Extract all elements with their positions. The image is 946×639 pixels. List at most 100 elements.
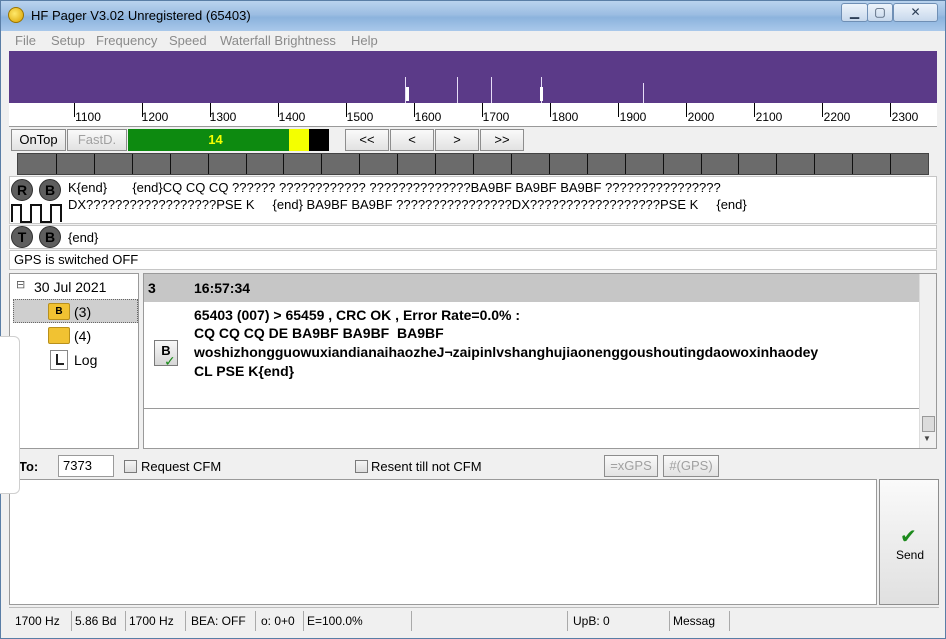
segment-divider <box>587 154 588 174</box>
status-bea: BEA: OFF <box>191 614 246 628</box>
segment-divider <box>283 154 284 174</box>
message-scrollbar[interactable]: ▼ <box>919 274 936 448</box>
status-separator <box>669 611 670 631</box>
segment-divider <box>549 154 550 174</box>
scale-label: 2300 <box>891 110 919 124</box>
rx-text-line: K{end} {end}CQ CQ CQ ?????? ????????????… <box>68 180 721 195</box>
scroll-thumb[interactable] <box>922 416 935 432</box>
maximize-button[interactable]: ▢ <box>867 3 893 22</box>
folder-icon: B <box>48 303 70 320</box>
tx-text: {end} <box>68 230 99 245</box>
menu-speed[interactable]: Speed <box>169 33 207 48</box>
nav-next-button[interactable]: > <box>435 129 479 151</box>
main-window: HF Pager V3.02 Unregistered (65403) ▁ ▢ … <box>0 0 946 639</box>
status-separator <box>255 611 256 631</box>
close-button[interactable]: ✕ <box>893 3 938 22</box>
segment-divider <box>132 154 133 174</box>
scale-label: 2100 <box>755 110 783 124</box>
segment-divider <box>701 154 702 174</box>
scale-label: 1200 <box>141 110 169 124</box>
message-body[interactable]: B ✓ 65403 (007) > 65459 , CRC OK , Error… <box>144 302 920 408</box>
scroll-down-icon[interactable]: ▼ <box>923 434 931 443</box>
send-button[interactable]: ✔ Send <box>879 479 939 605</box>
status-separator <box>185 611 186 631</box>
scale-label: 1500 <box>346 110 374 124</box>
segment-divider <box>359 154 360 174</box>
rx-b-indicator[interactable]: B <box>39 179 61 201</box>
status-upb: UpB: 0 <box>573 614 610 628</box>
tree-item-4[interactable]: (4) <box>74 328 91 344</box>
request-cfm-checkbox[interactable] <box>124 460 137 473</box>
send-check-icon: ✔ <box>900 526 917 548</box>
nav-first-button[interactable]: << <box>345 129 389 151</box>
message-status-icon: B ✓ <box>154 340 178 369</box>
status-bar: 1700 Hz 5.86 Bd 1700 Hz BEA: OFF o: 0+0 … <box>9 607 939 633</box>
scale-label: 1900 <box>619 110 647 124</box>
segment-divider <box>170 154 171 174</box>
message-line: CL PSE K{end} <box>194 363 295 379</box>
menu-setup[interactable]: Setup <box>51 33 85 48</box>
message-line: CQ CQ CQ DE BA9BF BA9BF BA9BF <box>194 325 444 341</box>
fastd-button[interactable]: FastD. <box>67 129 127 151</box>
tree-expand-icon[interactable]: ⊟ <box>16 278 25 291</box>
waterfall-display[interactable] <box>9 51 937 103</box>
side-overlay-panel <box>0 336 20 494</box>
controls-row: OnTop FastD. 14 << < > >> <box>9 129 937 151</box>
gps-status: GPS is switched OFF <box>9 250 937 270</box>
status-separator <box>125 611 126 631</box>
minimize-button[interactable]: ▁ <box>841 3 868 22</box>
status-freq2: 1700 Hz <box>129 614 174 628</box>
segment-divider <box>776 154 777 174</box>
segment-divider <box>94 154 95 174</box>
title-bar[interactable]: HF Pager V3.02 Unregistered (65403) ▁ ▢ … <box>1 1 945 31</box>
menu-help[interactable]: Help <box>351 33 378 48</box>
to-input[interactable]: 7373 <box>58 455 114 477</box>
hgps-button[interactable]: #(GPS) <box>663 455 719 477</box>
menu-frequency[interactable]: Frequency <box>96 33 157 48</box>
compose-textarea[interactable] <box>9 479 877 605</box>
resent-label: Resent till not CFM <box>371 459 482 474</box>
frequency-scale[interactable]: 1100 1200 1300 1400 1500 1600 1700 1800 … <box>9 103 937 127</box>
resent-checkbox[interactable] <box>355 460 368 473</box>
transmit-text-panel: T B {end} <box>9 225 937 249</box>
waterfall-signal <box>491 77 492 103</box>
minimize-icon: ▁ <box>849 5 860 19</box>
tree-item-3[interactable]: (3) <box>74 304 91 320</box>
tree-item-log[interactable]: Log <box>74 352 97 368</box>
message-line: 65403 (007) > 65459 , CRC OK , Error Rat… <box>194 307 521 323</box>
message-panel: 3 16:57:34 B ✓ 65403 (007) > 65459 , CRC… <box>143 273 937 449</box>
message-line: woshizhongguowuxiandianaihaozheJ¬zaipinl… <box>194 344 819 360</box>
message-time: 16:57:34 <box>194 280 251 296</box>
tx-t-indicator[interactable]: T <box>11 226 33 248</box>
message-tree[interactable]: ⊟ 30 Jul 2021 B (3) (4) Log <box>9 273 139 449</box>
request-cfm-label: Request CFM <box>141 459 222 474</box>
rx-r-indicator[interactable]: R <box>11 179 33 201</box>
log-document-icon <box>50 350 68 370</box>
scale-label: 1400 <box>278 110 306 124</box>
scale-label: 1800 <box>551 110 579 124</box>
segment-divider <box>625 154 626 174</box>
segment-divider <box>246 154 247 174</box>
menu-file[interactable]: File <box>15 33 36 48</box>
tree-date[interactable]: 30 Jul 2021 <box>34 279 106 295</box>
send-label: Send <box>895 548 925 562</box>
scale-label: 2000 <box>687 110 715 124</box>
scale-label: 1600 <box>414 110 442 124</box>
nav-prev-button[interactable]: < <box>390 129 434 151</box>
scale-label: 2200 <box>823 110 851 124</box>
status-freq1: 1700 Hz <box>15 614 60 628</box>
xgps-button[interactable]: =xGPS <box>604 455 658 477</box>
status-e: E=100.0% <box>307 614 363 628</box>
menu-waterfall-brightness[interactable]: Waterfall Brightness <box>220 33 336 48</box>
signal-level-bar: 14 <box>128 129 329 151</box>
rx-text-line: DX??????????????????PSE K {end} BA9BF BA… <box>68 197 747 212</box>
maximize-icon: ▢ <box>874 5 886 19</box>
waterfall-signal <box>406 87 409 101</box>
to-row: To: 7373 Request CFM Resent till not CFM… <box>1 453 946 479</box>
nav-last-button[interactable]: >> <box>480 129 524 151</box>
tx-b-indicator[interactable]: B <box>39 226 61 248</box>
segment-divider <box>738 154 739 174</box>
ontop-button[interactable]: OnTop <box>11 129 66 151</box>
segment-divider <box>852 154 853 174</box>
waterfall-signal <box>643 83 644 103</box>
